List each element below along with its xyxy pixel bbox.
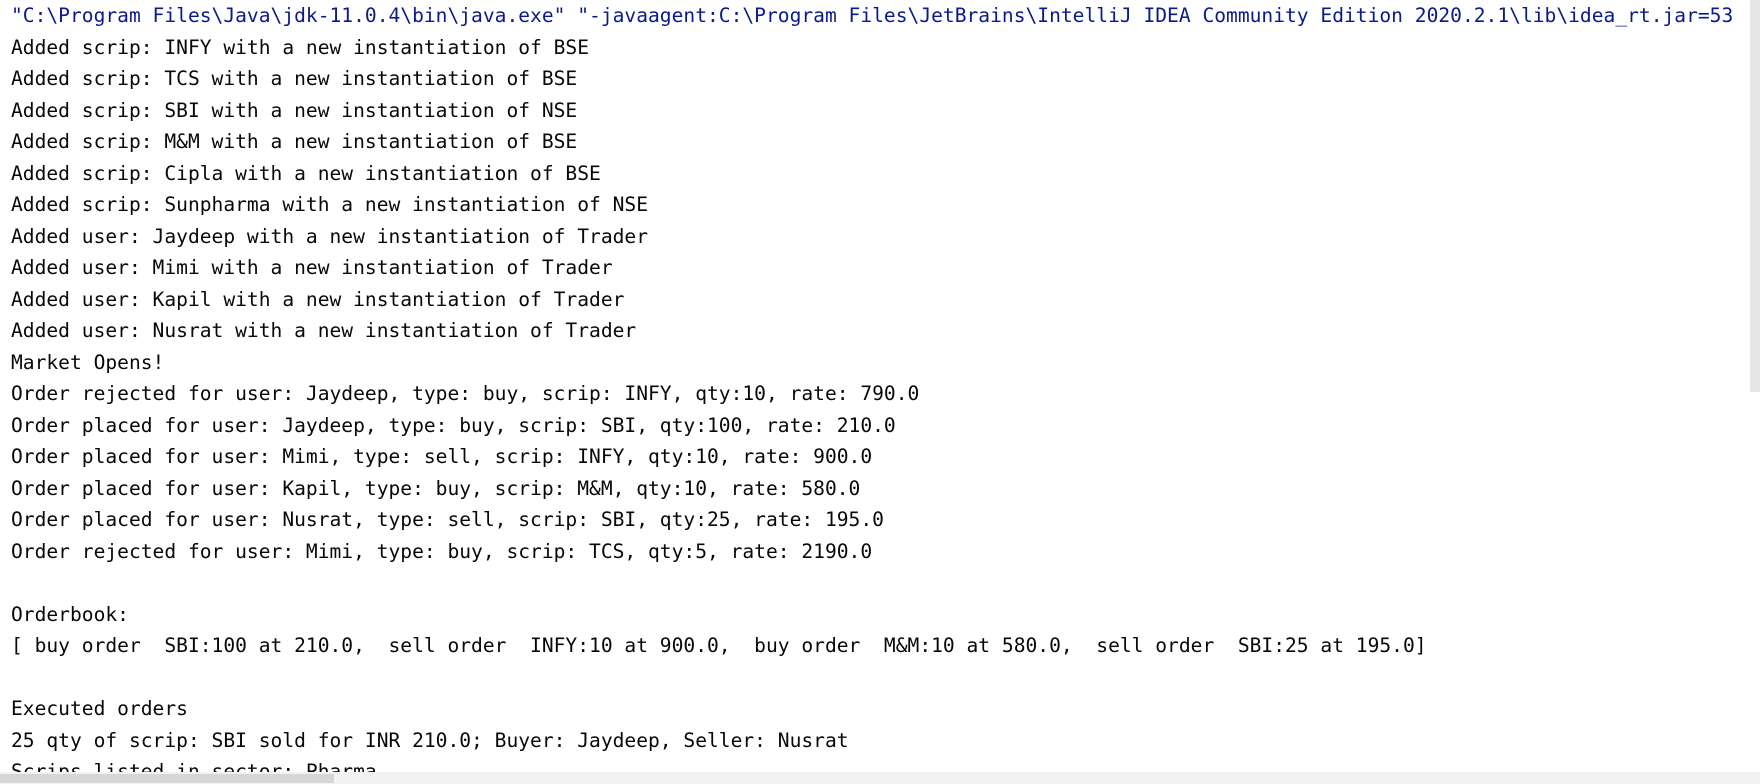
- orderbook-heading: Orderbook:: [11, 602, 129, 626]
- console-line: Order rejected for user: Mimi, type: buy…: [11, 539, 873, 563]
- console-line: Added scrip: SBI with a new instantiatio…: [11, 98, 578, 122]
- horizontal-scrollbar-thumb[interactable]: [0, 774, 334, 783]
- console-line: Order placed for user: Jaydeep, type: bu…: [11, 413, 896, 437]
- console-line: Added scrip: TCS with a new instantiatio…: [11, 67, 578, 90]
- console-line: Added user: Jaydeep with a new instantia…: [11, 224, 649, 248]
- vertical-scrollbar[interactable]: [1746, 0, 1760, 772]
- sector-listing-line: Scrips listed in sector: Pharma: [11, 760, 377, 772]
- console-text-area[interactable]: "C:\Program Files\Java\jdk-11.0.4\bin\ja…: [11, 0, 1746, 772]
- console-line: Added scrip: M&M with a new instantiatio…: [11, 130, 578, 153]
- executed-orders-heading: Executed orders: [11, 697, 188, 720]
- console-line: Order placed for user: Mimi, type: sell,…: [11, 445, 873, 468]
- command-line: "C:\Program Files\Java\jdk-11.0.4\bin\ja…: [11, 4, 1734, 27]
- horizontal-scrollbar[interactable]: [0, 772, 1760, 784]
- console-line: Added scrip: INFY with a new instantiati…: [11, 35, 590, 59]
- console-line: Added user: Nusrat with a new instantiat…: [11, 319, 637, 342]
- console-line: Added user: Mimi with a new instantiatio…: [11, 256, 613, 279]
- orderbook-list: [ buy order SBI:100 at 210.0, sell order…: [11, 634, 1427, 657]
- console-line: Added scrip: Cipla with a new instantiat…: [11, 161, 601, 185]
- console-output-panel[interactable]: "C:\Program Files\Java\jdk-11.0.4\bin\ja…: [0, 0, 1760, 784]
- console-line: Market Opens!: [11, 350, 165, 374]
- console-line: Added scrip: Sunpharma with a new instan…: [11, 193, 649, 216]
- console-line: Order rejected for user: Jaydeep, type: …: [11, 382, 920, 405]
- console-line: Order placed for user: Nusrat, type: sel…: [11, 508, 884, 531]
- console-line: Added user: Kapil with a new instantiati…: [11, 287, 625, 311]
- vertical-scrollbar-thumb[interactable]: [1750, 0, 1760, 392]
- console-line: Order placed for user: Kapil, type: buy,…: [11, 476, 861, 500]
- executed-order-line: 25 qty of scrip: SBI sold for INR 210.0;…: [11, 728, 849, 752]
